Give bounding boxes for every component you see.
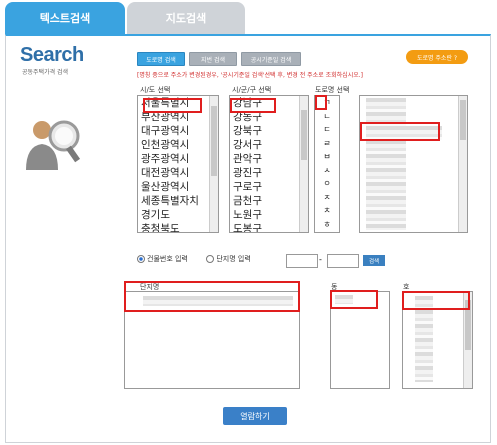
highlight-box [330,290,378,309]
highlight-box [230,98,276,113]
highlight-box [143,98,202,113]
list-item[interactable]: ㄴ [315,110,339,124]
list-item[interactable]: 강서구 [230,138,308,152]
list-item[interactable]: 세종특별자치 [138,194,218,208]
tab-text-search[interactable]: 텍스트검색 [5,2,125,34]
list-item[interactable]: ㅈ [315,191,339,205]
building-main-number-input[interactable] [286,254,318,268]
list-item[interactable]: ㄹ [315,137,339,151]
sigungu-listbox[interactable]: 강남구 강동구 강북구 강서구 관악구 광진구 구로구 금천구 노원구 도봉구 [229,95,309,233]
notice-text: [명칭 중으로 주소가 변경된경우, '공시기준일 검색'선택 후, 변경 전 … [137,72,363,79]
sigungu-scrollbar[interactable] [299,96,308,232]
building-number-radio[interactable] [137,255,145,263]
road-name-search-button[interactable]: 도로명 검색 [137,52,185,66]
road-address-info-button[interactable]: 도로명 주소란 ? [406,50,468,64]
list-item[interactable]: ㅇ [315,177,339,191]
building-number-label: 건물번호 입력 [147,255,188,263]
sigungu-label: 시/군/구 선택 [232,86,272,94]
highlight-box [315,95,327,110]
road-name-scrollbar[interactable] [458,96,467,232]
list-item[interactable]: ㅂ [315,150,339,164]
list-item[interactable]: ㅅ [315,164,339,178]
road-initial-listbox[interactable]: ㄱ ㄴ ㄷ ㄹ ㅂ ㅅ ㅇ ㅈ ㅊ ㅎ [314,95,340,233]
sido-listbox[interactable]: 서울특별시 부산광역시 대구광역시 인천광역시 광주광역시 대전광역시 울산광역… [137,95,219,233]
lot-number-search-button[interactable]: 지번 검색 [189,52,237,66]
highlight-box [360,122,440,141]
road-name-listbox[interactable] [359,95,468,233]
complex-name-radio[interactable] [206,255,215,263]
list-item[interactable]: ㄷ [315,123,339,137]
list-item[interactable]: 경기도 [138,208,218,222]
list-item[interactable]: 광주광역시 [138,152,218,166]
list-item[interactable]: 울산광역시 [138,180,218,194]
list-item[interactable]: 대전광역시 [138,166,218,180]
base-date-search-button[interactable]: 공시기준일 검색 [241,52,301,66]
list-item[interactable]: 광진구 [230,166,308,180]
tab-map-search[interactable]: 지도검색 [127,2,245,34]
sido-scrollbar[interactable] [209,96,218,232]
search-logo-subtitle: 공동주택가격 검색 [22,69,69,76]
blurred-road-names [366,98,406,230]
highlight-box [402,291,470,310]
list-item[interactable]: ㅎ [315,218,339,232]
list-item[interactable]: 대구광역시 [138,124,218,138]
search-logo: Search [20,44,84,66]
number-separator: - [319,255,322,264]
list-item[interactable]: 충청북도 [138,222,218,232]
sido-label: 시/도 선택 [140,86,171,94]
user-search-icon [26,120,81,170]
list-item[interactable]: 금천구 [230,194,308,208]
view-button[interactable]: 열람하기 [223,407,287,425]
input-mode-radios: 건물번호 입력 단지명 입력 [137,254,251,264]
complex-name-label: 단지명 입력 [216,255,251,263]
list-item[interactable]: 노원구 [230,208,308,222]
list-item[interactable]: 구로구 [230,180,308,194]
list-item[interactable]: 관악구 [230,152,308,166]
list-item[interactable]: 인천광역시 [138,138,218,152]
list-item[interactable]: 도봉구 [230,222,308,232]
building-sub-number-input[interactable] [327,254,359,268]
highlight-box [124,281,300,312]
list-item[interactable]: 강북구 [230,124,308,138]
number-search-button[interactable]: 검색 [363,255,385,266]
list-item[interactable]: ㅊ [315,204,339,218]
road-label: 도로명 선택 [315,86,350,94]
tab-bar: 텍스트검색 지도검색 [0,0,497,34]
